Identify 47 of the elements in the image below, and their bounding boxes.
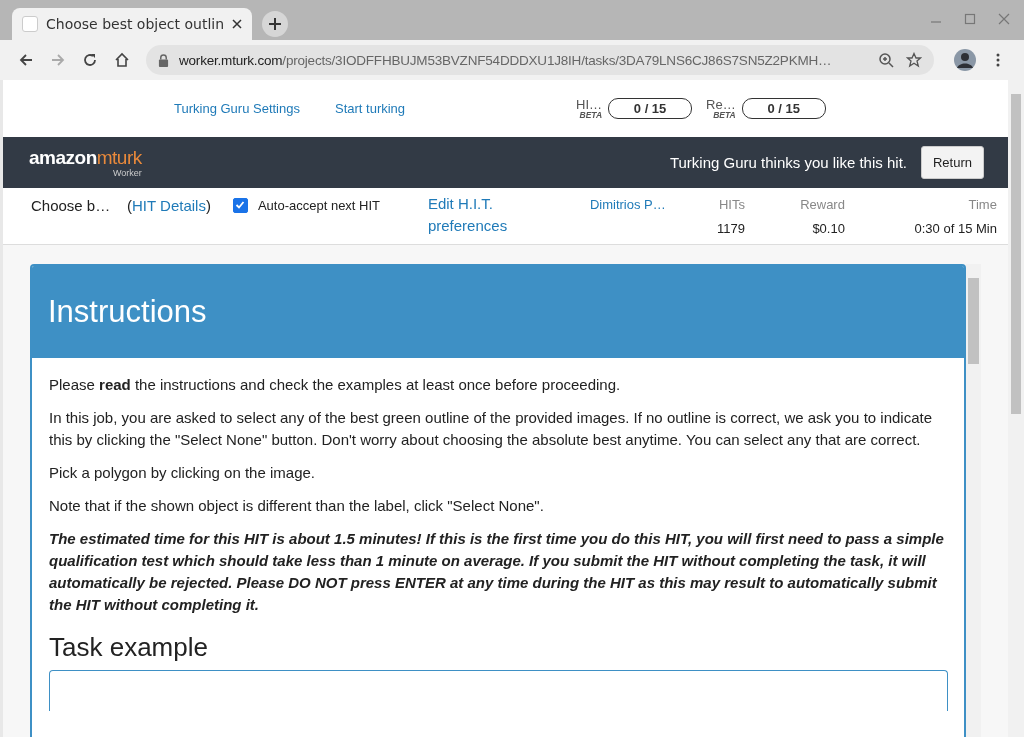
paren: (	[127, 197, 132, 214]
scrollbar[interactable]	[1008, 80, 1024, 737]
hit-title: Choose b…	[31, 197, 112, 214]
tab-title: Choose best object outlin	[46, 16, 224, 32]
instructions-heading: Instructions	[48, 294, 207, 330]
banner-message: Turking Guru thinks you like this hit.	[669, 154, 907, 171]
reload-icon[interactable]	[82, 52, 98, 68]
instruction-paragraph: The estimated time for this HIT is about 1.5 minutes! If this is the first time you do this HIT, you will first need to pass a simple qualification test which should take less than 1 minute on average. If you submit the HIT without completing the task, it will automatically be rejected. Please DO NOT press ENTER at any time during the HIT as this may result to automatically submit the HIT without completing it.	[49, 529, 945, 615]
requester-link[interactable]: Dimitrios P…	[589, 197, 690, 212]
browser-tab[interactable]: Choose best object outlin	[12, 8, 252, 40]
new-tab-icon[interactable]	[262, 11, 288, 37]
counter-pill: 0 / 15	[608, 98, 693, 119]
stat-value: $0.10	[812, 221, 845, 236]
auto-accept-checkbox[interactable]	[232, 198, 248, 213]
lock-icon	[158, 53, 169, 67]
return-button[interactable]: Return	[920, 146, 984, 179]
star-icon[interactable]	[906, 52, 922, 68]
hit-details-link[interactable]: HIT Details	[132, 197, 206, 214]
checkmark-icon	[233, 199, 246, 211]
stat-value: 0:30 of 15 Min	[914, 221, 997, 236]
nav-link[interactable]: Start turking	[334, 101, 406, 116]
stat-value: 1179	[716, 221, 745, 236]
url-text: worker.mturk.com/projects/3IODFFHBUJM53BVZNF54DDDXU1J8IH/tasks/3DA79LNS6CJ86S7SN5Z2PKMH…	[179, 52, 833, 68]
zoom-icon[interactable]	[878, 52, 894, 68]
counter-label: Re…	[706, 97, 736, 111]
nav-link[interactable]: Turking Guru Settings	[174, 101, 300, 116]
stat-label: HITs	[718, 197, 745, 212]
counter-label: HI…	[576, 97, 603, 111]
instruction-paragraph: Pick a polygon by clicking on the image.	[49, 463, 316, 483]
profile-avatar-icon[interactable]	[954, 49, 976, 71]
instruction-paragraph: Note that if the shown object is different than the label, click "Select None".	[49, 496, 545, 516]
mturk-logo: amazonmturk Worker	[29, 147, 142, 178]
edit-preferences-link[interactable]: Edit H.I.T. preferences	[427, 193, 558, 237]
instruction-paragraph: Please read the instructions and check the examples at least once before proceeding.	[49, 375, 622, 395]
back-icon[interactable]	[18, 52, 34, 68]
auto-accept-label: Auto-accept next HIT	[257, 198, 382, 213]
address-bar[interactable]: worker.mturk.com/projects/3IODFFHBUJM53BVZNF54DDDXU1J8IH/tasks/3DA79LNS6CJ86S7SN5Z2PKMH…	[146, 45, 934, 75]
paren: )	[205, 197, 211, 214]
scrollbar[interactable]	[966, 264, 981, 737]
beta-label: BETA	[713, 110, 736, 120]
beta-label: BETA	[579, 110, 603, 120]
counter-pill: 0 / 15	[741, 98, 826, 119]
stat-label: Time	[968, 197, 997, 212]
stat-label: Reward	[800, 197, 845, 212]
home-icon[interactable]	[114, 52, 130, 68]
close-icon[interactable]	[232, 19, 242, 29]
instruction-paragraph: In this job, you are asked to select any of the best green outline of the provided images. If no outline is correct, we ask you to indicate this by clicking the "Select None" button. Don't worry about choosing the absolute best anytime. You can select any that are correct.	[49, 408, 933, 450]
